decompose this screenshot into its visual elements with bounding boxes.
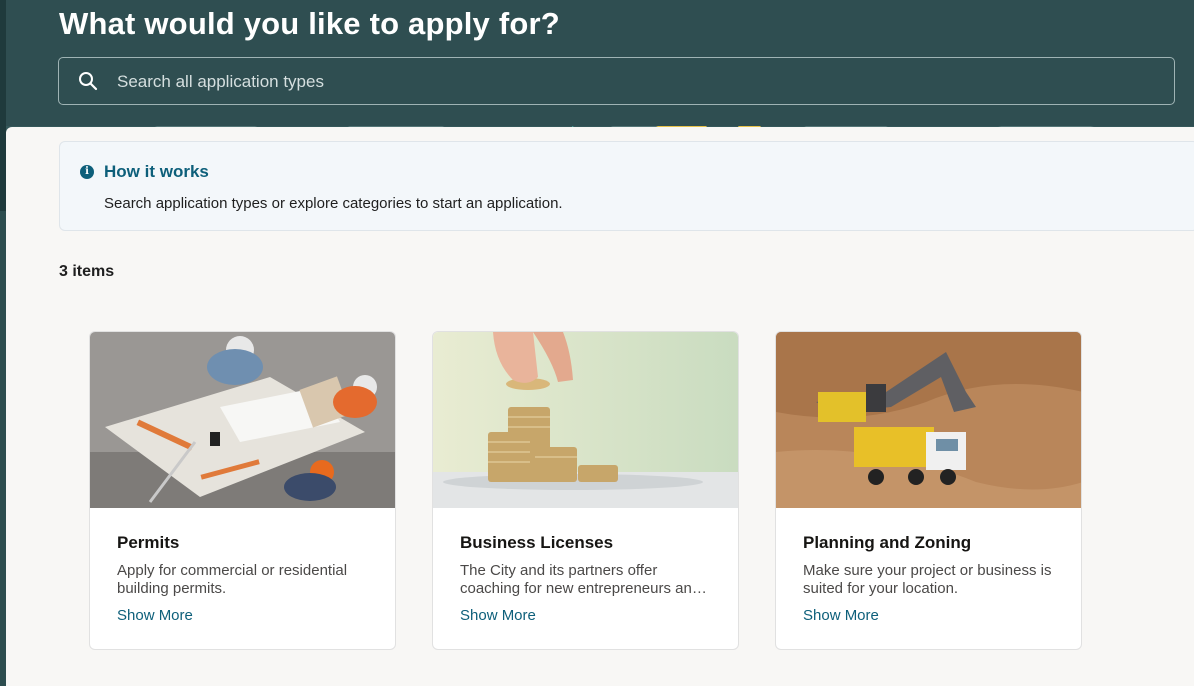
card-title: Business Licenses (460, 533, 614, 552)
page-title: What would you like to apply for? (59, 6, 560, 41)
card-description: Make sure your project or business is su… (803, 562, 1052, 597)
card-title: Permits (117, 533, 180, 552)
show-more-link[interactable]: Show More (117, 607, 193, 624)
permits-image (90, 332, 395, 508)
card-planning-and-zoning[interactable]: Planning and Zoning Make sure your proje… (775, 331, 1082, 650)
card-business-licenses[interactable]: Business Licenses The City and its partn… (432, 331, 739, 650)
info-icon: i (80, 165, 94, 179)
info-title: How it works (104, 162, 209, 181)
show-more-link[interactable]: Show More (803, 607, 879, 624)
card-title: Planning and Zoning (803, 533, 972, 552)
search-box[interactable] (58, 57, 1175, 105)
planning-and-zoning-image (776, 332, 1081, 508)
info-text: Search application types or explore cate… (104, 195, 563, 212)
card-permits[interactable]: Permits Apply for commercial or resident… (89, 331, 396, 650)
main-content: i How it works Search application types … (6, 127, 1194, 686)
business-licenses-image (433, 332, 738, 508)
how-it-works-panel: i How it works Search application types … (59, 141, 1194, 231)
results-count: 3 items (59, 263, 115, 280)
show-more-link[interactable]: Show More (460, 607, 536, 624)
search-input[interactable] (115, 67, 1159, 97)
card-description: The City and its partners offer coaching… (460, 562, 701, 597)
card-description: Apply for commercial or residential buil… (117, 562, 348, 597)
search-icon (79, 72, 98, 91)
